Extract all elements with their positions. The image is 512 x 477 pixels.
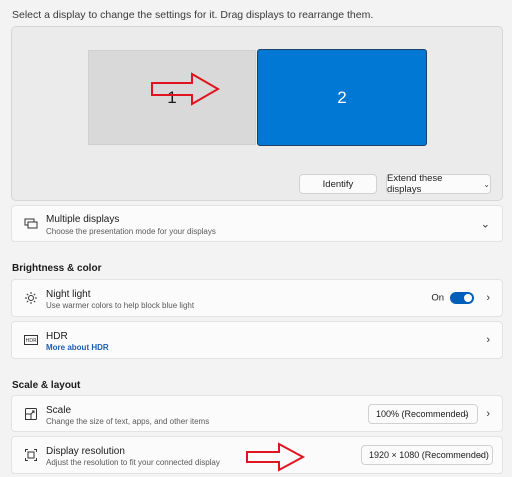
night-light-state: On	[431, 292, 444, 304]
display-mode-label: Extend these displays	[387, 173, 443, 195]
multiple-displays-icon	[24, 217, 38, 231]
resolution-icon	[24, 448, 38, 462]
chevron-down-icon: ⌄	[463, 411, 469, 418]
chevron-right-icon: ›	[486, 292, 490, 304]
multiple-displays-card[interactable]: Multiple displays Choose the presentatio…	[11, 205, 503, 242]
brightness-section-heading: Brightness & color	[12, 263, 102, 274]
scale-dropdown[interactable]: 100% (Recommended) ⌄	[368, 404, 478, 424]
scale-icon	[24, 407, 38, 421]
scale-title: Scale	[46, 405, 72, 416]
night-light-toggle[interactable]	[450, 292, 474, 304]
display-2-tile[interactable]: 2	[257, 49, 427, 146]
identify-button[interactable]: Identify	[299, 174, 377, 194]
display-2-number: 2	[337, 87, 347, 107]
display-mode-dropdown[interactable]: Extend these displays ⌄	[386, 173, 491, 195]
hdr-title: HDR	[46, 331, 68, 342]
instruction-text: Select a display to change the settings …	[12, 9, 374, 21]
multiple-displays-subtitle: Choose the presentation mode for your di…	[46, 227, 216, 236]
display-resolution-subtitle: Adjust the resolution to fit your connec…	[46, 458, 220, 467]
chevron-down-icon: ⌄	[478, 452, 484, 459]
resolution-value: 1920 × 1080 (Recommended)	[369, 450, 489, 460]
scale-subtitle: Change the size of text, apps, and other…	[46, 417, 210, 426]
svg-text:HDR: HDR	[25, 338, 37, 344]
chevron-right-icon: ›	[486, 407, 490, 420]
chevron-down-icon: ⌄	[480, 218, 490, 230]
display-resolution-title: Display resolution	[46, 446, 125, 457]
annotation-arrow-icon	[151, 72, 221, 106]
chevron-right-icon: ›	[486, 334, 490, 346]
resolution-dropdown[interactable]: 1920 × 1080 (Recommended) ⌄	[361, 445, 493, 465]
scale-card[interactable]: Scale Change the size of text, apps, and…	[11, 395, 503, 432]
hdr-icon: HDR	[24, 333, 38, 347]
night-light-title: Night light	[46, 289, 91, 300]
chevron-down-icon: ⌄	[483, 179, 490, 189]
annotation-arrow-icon	[246, 442, 306, 472]
night-light-card[interactable]: Night light Use warmer colors to help bl…	[11, 279, 503, 317]
hdr-more-link[interactable]: More about HDR	[46, 343, 109, 352]
brightness-icon	[24, 291, 38, 305]
night-light-subtitle: Use warmer colors to help block blue lig…	[46, 301, 195, 310]
scale-value: 100% (Recommended)	[376, 409, 469, 419]
display-arrangement-area[interactable]: 1 2 Identify Extend these displays ⌄	[11, 26, 503, 201]
scale-section-heading: Scale & layout	[12, 380, 81, 391]
identify-label: Identify	[322, 178, 354, 190]
hdr-card[interactable]: HDR HDR More about HDR ›	[11, 321, 503, 359]
multiple-displays-title: Multiple displays	[46, 214, 120, 225]
